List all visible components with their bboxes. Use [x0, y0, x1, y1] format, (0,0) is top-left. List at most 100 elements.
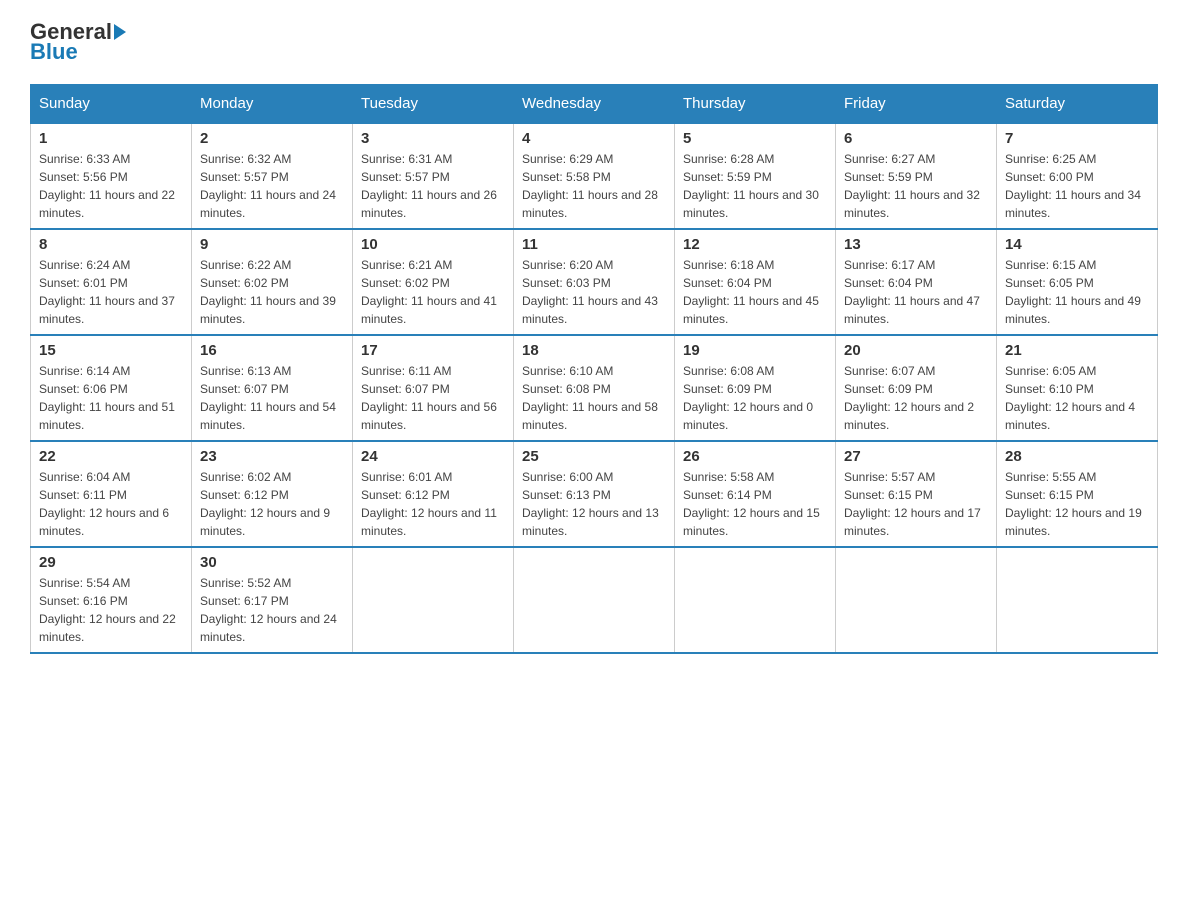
logo-blue: Blue — [30, 39, 78, 64]
calendar-cell: 3 Sunrise: 6:31 AMSunset: 5:57 PMDayligh… — [353, 123, 514, 229]
day-number: 28 — [1005, 448, 1149, 465]
day-number: 7 — [1005, 130, 1149, 147]
calendar-cell: 5 Sunrise: 6:28 AMSunset: 5:59 PMDayligh… — [675, 123, 836, 229]
weekday-header-monday: Monday — [192, 85, 353, 124]
day-info: Sunrise: 6:01 AMSunset: 6:12 PMDaylight:… — [361, 470, 497, 538]
day-number: 29 — [39, 554, 183, 571]
weekday-header-friday: Friday — [836, 85, 997, 124]
calendar-cell — [997, 547, 1158, 653]
day-number: 1 — [39, 130, 183, 147]
day-info: Sunrise: 6:17 AMSunset: 6:04 PMDaylight:… — [844, 258, 980, 326]
calendar-week-row: 22 Sunrise: 6:04 AMSunset: 6:11 PMDaylig… — [31, 441, 1158, 547]
calendar-cell — [675, 547, 836, 653]
day-number: 17 — [361, 342, 505, 359]
page-header: General Blue — [30, 20, 1158, 64]
calendar-cell: 16 Sunrise: 6:13 AMSunset: 6:07 PMDaylig… — [192, 335, 353, 441]
calendar-cell: 18 Sunrise: 6:10 AMSunset: 6:08 PMDaylig… — [514, 335, 675, 441]
day-number: 15 — [39, 342, 183, 359]
calendar-cell: 22 Sunrise: 6:04 AMSunset: 6:11 PMDaylig… — [31, 441, 192, 547]
day-number: 19 — [683, 342, 827, 359]
day-number: 23 — [200, 448, 344, 465]
calendar-cell: 27 Sunrise: 5:57 AMSunset: 6:15 PMDaylig… — [836, 441, 997, 547]
day-info: Sunrise: 6:25 AMSunset: 6:00 PMDaylight:… — [1005, 152, 1141, 220]
day-info: Sunrise: 6:11 AMSunset: 6:07 PMDaylight:… — [361, 364, 497, 432]
weekday-header-saturday: Saturday — [997, 85, 1158, 124]
day-info: Sunrise: 6:04 AMSunset: 6:11 PMDaylight:… — [39, 470, 169, 538]
day-info: Sunrise: 6:22 AMSunset: 6:02 PMDaylight:… — [200, 258, 336, 326]
day-info: Sunrise: 6:08 AMSunset: 6:09 PMDaylight:… — [683, 364, 813, 432]
calendar-cell: 13 Sunrise: 6:17 AMSunset: 6:04 PMDaylig… — [836, 229, 997, 335]
day-info: Sunrise: 6:24 AMSunset: 6:01 PMDaylight:… — [39, 258, 175, 326]
day-info: Sunrise: 5:58 AMSunset: 6:14 PMDaylight:… — [683, 470, 820, 538]
calendar-week-row: 29 Sunrise: 5:54 AMSunset: 6:16 PMDaylig… — [31, 547, 1158, 653]
calendar-cell: 2 Sunrise: 6:32 AMSunset: 5:57 PMDayligh… — [192, 123, 353, 229]
day-number: 6 — [844, 130, 988, 147]
calendar-cell: 15 Sunrise: 6:14 AMSunset: 6:06 PMDaylig… — [31, 335, 192, 441]
weekday-header-wednesday: Wednesday — [514, 85, 675, 124]
calendar-cell: 29 Sunrise: 5:54 AMSunset: 6:16 PMDaylig… — [31, 547, 192, 653]
day-number: 2 — [200, 130, 344, 147]
calendar-cell: 8 Sunrise: 6:24 AMSunset: 6:01 PMDayligh… — [31, 229, 192, 335]
calendar-cell: 11 Sunrise: 6:20 AMSunset: 6:03 PMDaylig… — [514, 229, 675, 335]
calendar-cell: 14 Sunrise: 6:15 AMSunset: 6:05 PMDaylig… — [997, 229, 1158, 335]
calendar-week-row: 15 Sunrise: 6:14 AMSunset: 6:06 PMDaylig… — [31, 335, 1158, 441]
day-info: Sunrise: 6:15 AMSunset: 6:05 PMDaylight:… — [1005, 258, 1141, 326]
day-number: 21 — [1005, 342, 1149, 359]
calendar-cell: 10 Sunrise: 6:21 AMSunset: 6:02 PMDaylig… — [353, 229, 514, 335]
day-info: Sunrise: 5:57 AMSunset: 6:15 PMDaylight:… — [844, 470, 981, 538]
day-info: Sunrise: 6:10 AMSunset: 6:08 PMDaylight:… — [522, 364, 658, 432]
day-info: Sunrise: 6:05 AMSunset: 6:10 PMDaylight:… — [1005, 364, 1135, 432]
day-number: 9 — [200, 236, 344, 253]
day-number: 14 — [1005, 236, 1149, 253]
calendar-cell: 19 Sunrise: 6:08 AMSunset: 6:09 PMDaylig… — [675, 335, 836, 441]
calendar-cell: 28 Sunrise: 5:55 AMSunset: 6:15 PMDaylig… — [997, 441, 1158, 547]
day-info: Sunrise: 5:52 AMSunset: 6:17 PMDaylight:… — [200, 576, 337, 644]
calendar-cell: 24 Sunrise: 6:01 AMSunset: 6:12 PMDaylig… — [353, 441, 514, 547]
day-number: 18 — [522, 342, 666, 359]
weekday-header-thursday: Thursday — [675, 85, 836, 124]
calendar-cell: 30 Sunrise: 5:52 AMSunset: 6:17 PMDaylig… — [192, 547, 353, 653]
logo-arrow-icon — [114, 24, 126, 40]
day-info: Sunrise: 6:33 AMSunset: 5:56 PMDaylight:… — [39, 152, 175, 220]
day-info: Sunrise: 6:29 AMSunset: 5:58 PMDaylight:… — [522, 152, 658, 220]
calendar-week-row: 8 Sunrise: 6:24 AMSunset: 6:01 PMDayligh… — [31, 229, 1158, 335]
calendar-cell: 25 Sunrise: 6:00 AMSunset: 6:13 PMDaylig… — [514, 441, 675, 547]
day-number: 13 — [844, 236, 988, 253]
day-number: 30 — [200, 554, 344, 571]
calendar-cell: 17 Sunrise: 6:11 AMSunset: 6:07 PMDaylig… — [353, 335, 514, 441]
calendar-cell: 20 Sunrise: 6:07 AMSunset: 6:09 PMDaylig… — [836, 335, 997, 441]
day-number: 24 — [361, 448, 505, 465]
day-number: 3 — [361, 130, 505, 147]
day-number: 20 — [844, 342, 988, 359]
day-number: 11 — [522, 236, 666, 253]
day-number: 5 — [683, 130, 827, 147]
day-number: 25 — [522, 448, 666, 465]
day-info: Sunrise: 6:20 AMSunset: 6:03 PMDaylight:… — [522, 258, 658, 326]
calendar-table: SundayMondayTuesdayWednesdayThursdayFrid… — [30, 84, 1158, 654]
calendar-cell — [514, 547, 675, 653]
day-info: Sunrise: 6:18 AMSunset: 6:04 PMDaylight:… — [683, 258, 819, 326]
day-info: Sunrise: 5:54 AMSunset: 6:16 PMDaylight:… — [39, 576, 176, 644]
calendar-cell: 1 Sunrise: 6:33 AMSunset: 5:56 PMDayligh… — [31, 123, 192, 229]
calendar-cell: 9 Sunrise: 6:22 AMSunset: 6:02 PMDayligh… — [192, 229, 353, 335]
day-number: 10 — [361, 236, 505, 253]
weekday-header-sunday: Sunday — [31, 85, 192, 124]
calendar-cell: 6 Sunrise: 6:27 AMSunset: 5:59 PMDayligh… — [836, 123, 997, 229]
day-number: 4 — [522, 130, 666, 147]
logo: General Blue — [30, 20, 126, 64]
day-number: 8 — [39, 236, 183, 253]
day-number: 12 — [683, 236, 827, 253]
calendar-cell: 7 Sunrise: 6:25 AMSunset: 6:00 PMDayligh… — [997, 123, 1158, 229]
day-number: 22 — [39, 448, 183, 465]
day-info: Sunrise: 6:28 AMSunset: 5:59 PMDaylight:… — [683, 152, 819, 220]
day-info: Sunrise: 6:00 AMSunset: 6:13 PMDaylight:… — [522, 470, 659, 538]
day-number: 16 — [200, 342, 344, 359]
day-info: Sunrise: 6:07 AMSunset: 6:09 PMDaylight:… — [844, 364, 974, 432]
calendar-cell: 12 Sunrise: 6:18 AMSunset: 6:04 PMDaylig… — [675, 229, 836, 335]
calendar-cell: 4 Sunrise: 6:29 AMSunset: 5:58 PMDayligh… — [514, 123, 675, 229]
day-info: Sunrise: 6:27 AMSunset: 5:59 PMDaylight:… — [844, 152, 980, 220]
day-number: 27 — [844, 448, 988, 465]
calendar-week-row: 1 Sunrise: 6:33 AMSunset: 5:56 PMDayligh… — [31, 123, 1158, 229]
calendar-cell — [353, 547, 514, 653]
day-info: Sunrise: 6:02 AMSunset: 6:12 PMDaylight:… — [200, 470, 330, 538]
